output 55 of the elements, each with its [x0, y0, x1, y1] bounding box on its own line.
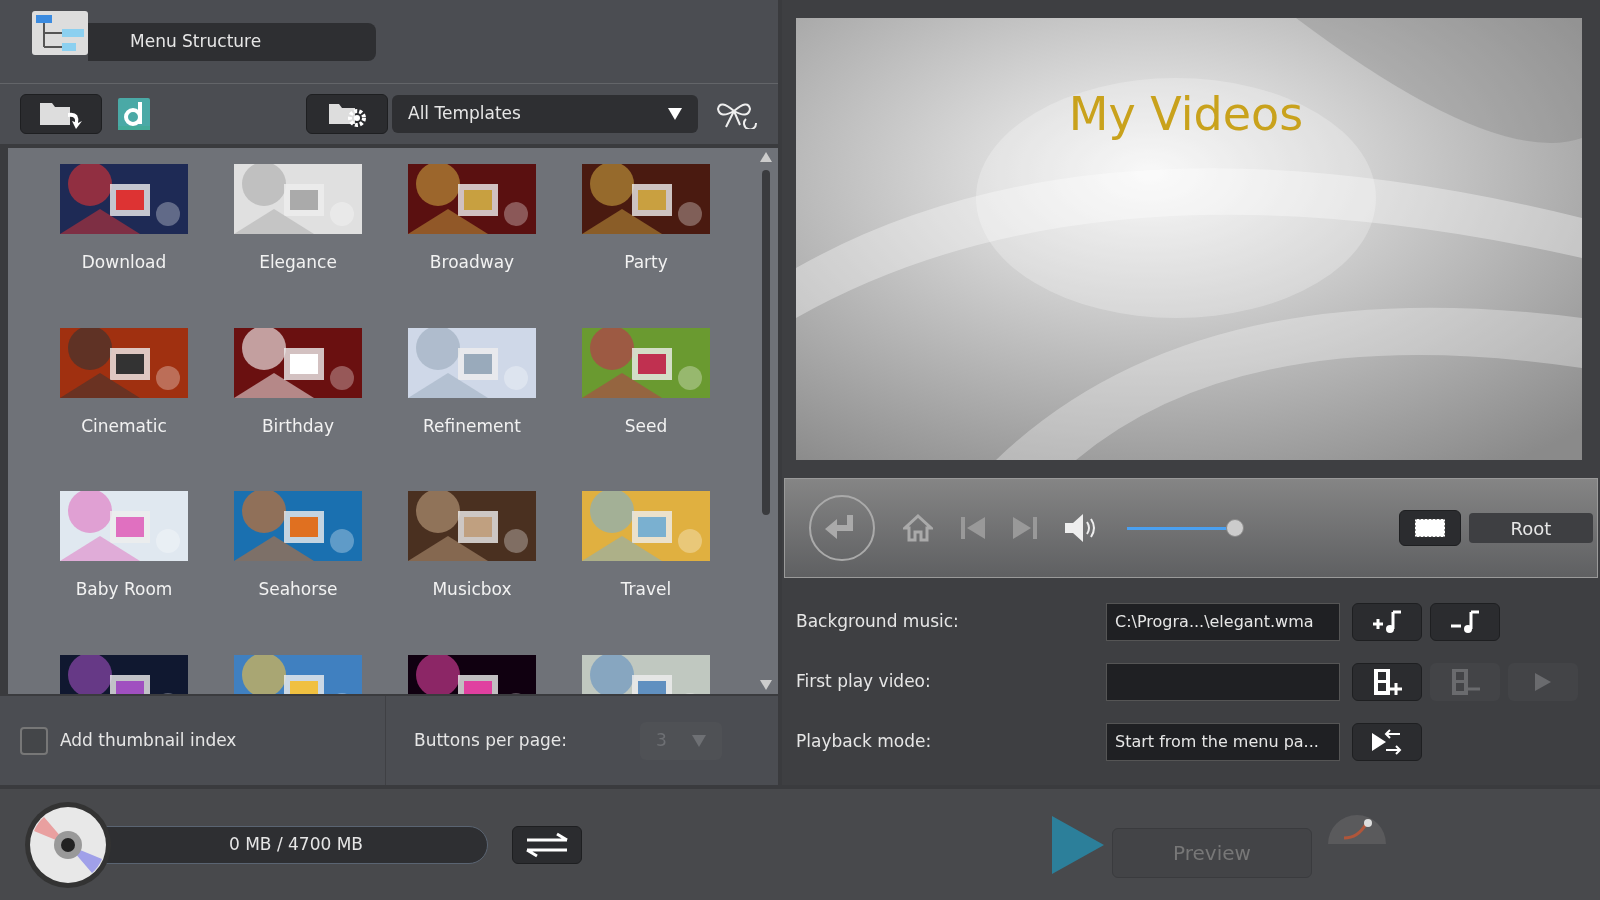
- film-plus-icon: [1372, 668, 1402, 695]
- scrollbar-thumb[interactable]: [762, 170, 770, 515]
- play-icon: [1052, 815, 1104, 874]
- add-video-button[interactable]: [1352, 662, 1422, 701]
- play-video-button[interactable]: [1508, 662, 1578, 701]
- template-label[interactable]: Refinement: [423, 413, 521, 439]
- thumbnail-index-checkbox[interactable]: [20, 726, 48, 755]
- template-filter-dropdown[interactable]: All Templates: [392, 95, 698, 133]
- dotted-frame-icon: [1414, 518, 1446, 538]
- template-label[interactable]: Broadway: [429, 250, 515, 276]
- template-label[interactable]: Party: [624, 250, 668, 276]
- scroll-down-icon[interactable]: [760, 680, 772, 690]
- play-arrows-icon: [1372, 728, 1402, 755]
- root-label: Root: [1469, 513, 1593, 543]
- dropdown-arrow-icon: [668, 108, 682, 120]
- setting-field[interactable]: Start from the menu pa...: [1106, 722, 1340, 761]
- plus-note-icon: [1371, 608, 1403, 635]
- playback-mode-button[interactable]: [1352, 722, 1422, 761]
- template-label[interactable]: Download: [81, 250, 167, 276]
- remove-music-button[interactable]: [1430, 602, 1500, 641]
- thumbnail-index-label: Add thumbnail index: [60, 728, 237, 752]
- play-icon: [1535, 672, 1551, 691]
- menu-structure-button[interactable]: Menu Structure: [88, 22, 376, 61]
- swap-arrows-icon: [525, 831, 569, 858]
- screen-area-button[interactable]: [1399, 510, 1461, 546]
- dropdown-arrow-icon: [692, 734, 706, 747]
- menu-title: My Videos: [1068, 87, 1304, 141]
- template-label[interactable]: Cinematic: [81, 413, 167, 439]
- template-label[interactable]: Seed: [624, 413, 668, 439]
- setting-field[interactable]: C:\Progra...\elegant.wma: [1106, 602, 1340, 641]
- return-button[interactable]: [809, 495, 875, 561]
- template-label[interactable]: Travel: [620, 577, 672, 603]
- remove-video-button[interactable]: [1430, 662, 1500, 701]
- setting-label: Playback mode:: [796, 729, 933, 753]
- template-label[interactable]: Baby Room: [75, 577, 173, 603]
- buttons-per-page-label: Buttons per page:: [414, 728, 568, 752]
- setting-label: Background music:: [796, 609, 960, 633]
- template-label[interactable]: Seahorse: [258, 577, 338, 603]
- swap-button[interactable]: [512, 825, 582, 864]
- scroll-up-icon[interactable]: [760, 152, 772, 162]
- tree-structure-icon: [32, 10, 88, 55]
- setting-field[interactable]: [1106, 662, 1340, 701]
- d-logo-icon[interactable]: [118, 98, 150, 130]
- film-minus-icon: [1450, 668, 1480, 695]
- template-label[interactable]: Musicbox: [432, 577, 512, 603]
- home-icon[interactable]: [903, 514, 933, 542]
- template-label[interactable]: Birthday: [261, 413, 335, 439]
- import-folder-button[interactable]: [20, 94, 102, 134]
- setting-label: First play video:: [796, 669, 932, 693]
- add-music-button[interactable]: [1352, 602, 1422, 641]
- skip-back-icon[interactable]: [961, 517, 985, 539]
- template-settings-button[interactable]: [306, 94, 388, 134]
- skip-forward-icon[interactable]: [1013, 517, 1037, 539]
- template-label[interactable]: Elegance: [259, 250, 337, 276]
- minus-note-icon: [1449, 608, 1481, 635]
